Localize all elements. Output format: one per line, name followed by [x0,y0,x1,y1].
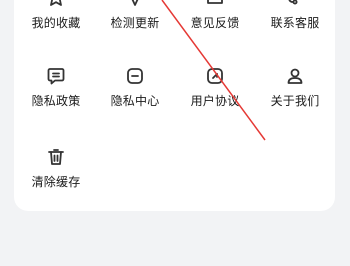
settings-card: 我的收藏 检测更新 意见反馈 联系客服 隐私政策 隐私中心 用户协议 关于我们 … [14,0,335,211]
grid-item-contact-service[interactable]: 联系客服 [255,0,335,30]
trash-icon [45,147,67,167]
grid-item-user-agreement[interactable]: 用户协议 [175,66,255,108]
grid-item-privacy-policy[interactable]: 隐私政策 [16,66,96,108]
grid-item-label: 检测更新 [110,16,160,30]
refresh-icon [124,0,146,8]
headset-icon [284,0,306,8]
grid-item-privacy-center[interactable]: 隐私中心 [95,66,175,108]
grid-item-feedback[interactable]: 意见反馈 [175,0,255,30]
grid-item-label: 清除缓存 [31,175,81,189]
grid-item-about-us[interactable]: 关于我们 [255,66,335,108]
privacy-policy-icon [45,66,67,86]
grid-item-label: 用户协议 [190,94,240,108]
grid-item-check-update[interactable]: 检测更新 [95,0,175,30]
user-agreement-icon [204,66,226,86]
grid-item-label: 联系客服 [270,16,320,30]
grid-item-clear-cache[interactable]: 清除缓存 [16,147,96,189]
privacy-center-icon [124,66,146,86]
grid-item-label: 隐私政策 [31,94,81,108]
grid-item-label: 我的收藏 [31,16,81,30]
grid-item-label: 意见反馈 [190,16,240,30]
about-user-icon [284,66,306,86]
star-icon [45,0,67,8]
grid-item-label: 关于我们 [270,94,320,108]
grid-item-label: 隐私中心 [110,94,160,108]
feedback-icon [204,0,226,8]
grid-item-favorites[interactable]: 我的收藏 [16,0,96,30]
